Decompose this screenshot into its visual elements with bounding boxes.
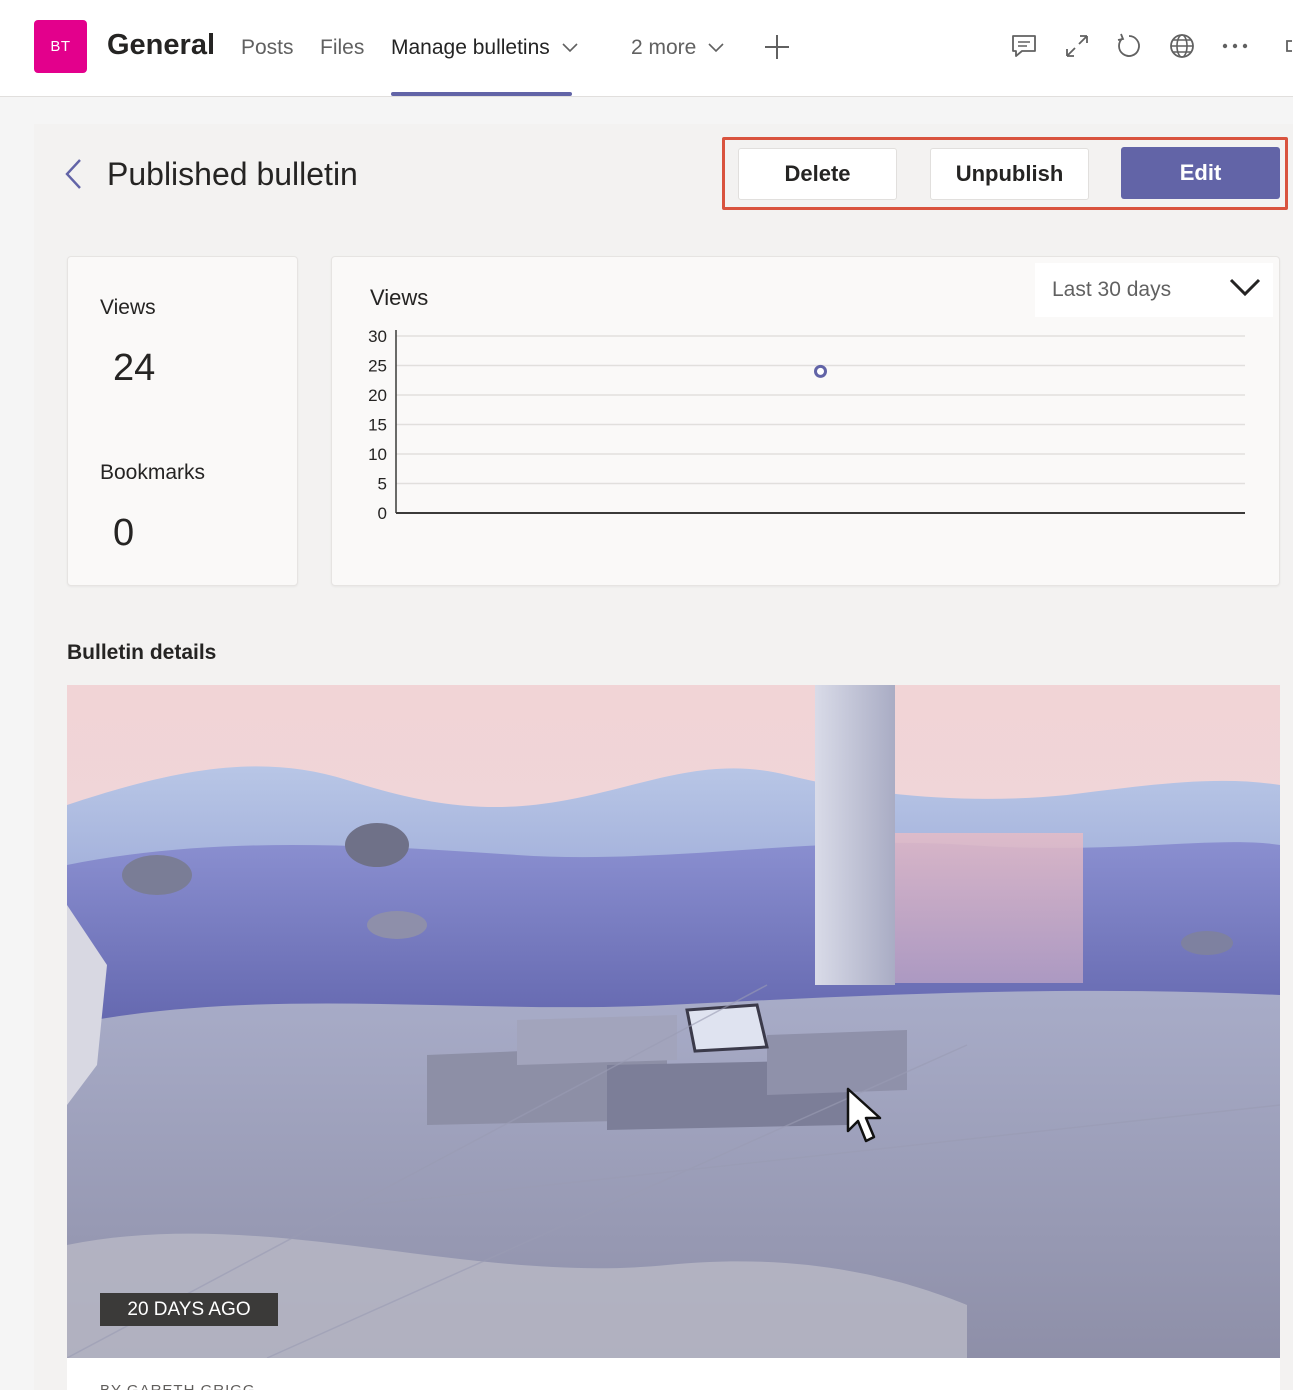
tab-manage-bulletins[interactable]: Manage bulletins — [391, 36, 578, 60]
chart-points — [814, 364, 827, 378]
chevron-down-icon — [562, 43, 578, 53]
page-title: Published bulletin — [107, 156, 358, 192]
overflow-icon[interactable] — [1284, 32, 1293, 60]
plus-icon[interactable] — [764, 34, 790, 60]
y-tick-label: 0 — [378, 504, 387, 523]
tab-posts[interactable]: Posts — [241, 36, 294, 60]
y-tick-label: 15 — [368, 416, 387, 435]
refresh-icon[interactable] — [1115, 32, 1143, 60]
chart-gridlines — [396, 335, 1245, 485]
views-chart: 30 25 20 15 10 5 0 — [368, 327, 1245, 523]
tab-manage-bulletins-label: Manage bulletins — [391, 36, 550, 59]
y-tick-label: 30 — [368, 327, 387, 346]
chart-axes — [395, 330, 1245, 514]
expand-icon[interactable] — [1063, 32, 1091, 60]
mouse-cursor-icon — [846, 1087, 882, 1143]
active-tab-indicator — [391, 92, 572, 96]
data-point[interactable] — [814, 364, 827, 378]
chart-y-ticks: 30 25 20 15 10 5 0 — [368, 327, 387, 523]
bookmarks-value: 0 — [113, 512, 135, 554]
bulletin-hero-image — [67, 685, 1280, 1358]
views-value: 24 — [113, 347, 156, 389]
y-tick-label: 10 — [368, 445, 387, 464]
section-title: Bulletin details — [67, 641, 217, 664]
date-range-dropdown[interactable]: Last 30 days — [1035, 263, 1273, 317]
tab-files[interactable]: Files — [320, 36, 364, 60]
bulletin-meta: BY GARETH GRIGG — [67, 1358, 1280, 1390]
views-label: Views — [100, 296, 156, 319]
bulletin-byline: BY GARETH GRIGG — [100, 1382, 256, 1390]
tab-more[interactable]: 2 more — [631, 36, 724, 60]
y-tick-label: 20 — [368, 386, 387, 405]
delete-button[interactable]: Delete — [738, 148, 897, 200]
bookmarks-label: Bookmarks — [100, 461, 206, 484]
y-tick-label: 5 — [378, 475, 387, 494]
chevron-down-icon — [708, 43, 724, 53]
edit-button[interactable]: Edit — [1121, 147, 1280, 199]
back-icon[interactable] — [64, 158, 84, 190]
globe-icon[interactable] — [1168, 32, 1196, 60]
date-range-value: Last 30 days — [1052, 278, 1172, 301]
more-icon[interactable] — [1221, 32, 1249, 60]
channel-title: General — [107, 29, 215, 61]
chat-icon[interactable] — [1010, 32, 1038, 60]
age-badge: 20 DAYS AGO — [100, 1293, 278, 1326]
tab-more-label: 2 more — [631, 36, 697, 59]
team-avatar: BT — [34, 20, 87, 73]
unpublish-button[interactable]: Unpublish — [930, 148, 1089, 200]
chevron-down-icon — [1229, 278, 1261, 297]
hero-illustration — [67, 685, 1280, 1358]
channel-header: BT General Posts Files Manage bulletins … — [0, 0, 1293, 97]
y-tick-label: 25 — [368, 357, 387, 376]
chart-title: Views — [370, 285, 429, 310]
